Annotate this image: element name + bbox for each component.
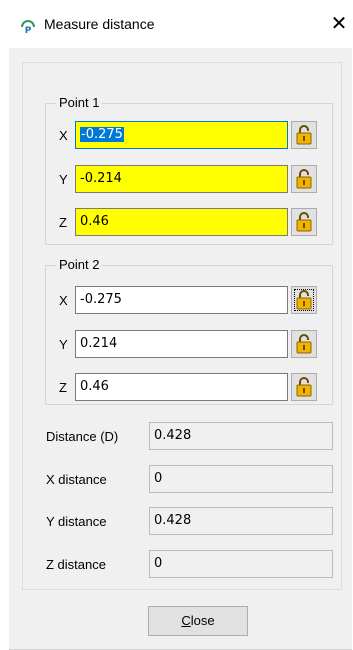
point2-z-input[interactable]: 0.46 [75,373,288,401]
svg-text:P: P [25,26,32,34]
distance-value: 0.428 [149,422,333,450]
point1-x-input[interactable]: -0.275 [75,121,288,149]
distance-label: Distance (D) [46,429,119,444]
point1-z-label: Z [59,215,67,230]
padlock-open-icon [296,169,312,189]
measure-app-icon: P [21,20,35,34]
point2-z-label: Z [59,380,67,395]
padlock-open-icon [296,125,312,145]
padlock-open-icon [296,334,312,354]
x-distance-value: 0 [149,465,333,493]
padlock-open-icon [296,377,312,397]
point1-y-input[interactable]: -0.214 [75,165,288,193]
close-mnemonic: C [181,613,191,628]
point2-y-input[interactable]: 0.214 [75,330,288,358]
x-distance-label: X distance [46,472,107,487]
point2-y-label: Y [59,337,68,352]
title-bar: P Measure distance ✕ [0,0,353,48]
point2-z-lock-button[interactable] [291,373,317,401]
point2-x-lock-button[interactable] [291,286,317,314]
point1-x-label: X [59,128,68,143]
point1-z-input[interactable]: 0.46 [75,208,288,236]
point1-z-lock-button[interactable] [291,208,317,236]
window-title: Measure distance [44,16,155,32]
z-distance-label: Z distance [46,557,106,572]
point2-x-input[interactable]: -0.275 [75,286,288,314]
point1-x-lock-button[interactable] [291,121,317,149]
point2-y-lock-button[interactable] [291,330,317,358]
z-distance-value: 0 [149,550,333,578]
point2-title: Point 2 [56,257,103,273]
y-distance-value: 0.428 [149,507,333,535]
close-button[interactable]: Close [148,606,248,636]
point1-y-lock-button[interactable] [291,165,317,193]
padlock-open-icon [296,212,312,232]
y-distance-label: Y distance [46,514,107,529]
close-label-rest: lose [190,613,215,628]
point2-x-label: X [59,293,68,308]
point1-y-label: Y [59,172,68,187]
point1-title: Point 1 [56,95,103,111]
window-close-button[interactable]: ✕ [328,13,350,35]
padlock-open-icon [296,290,312,310]
